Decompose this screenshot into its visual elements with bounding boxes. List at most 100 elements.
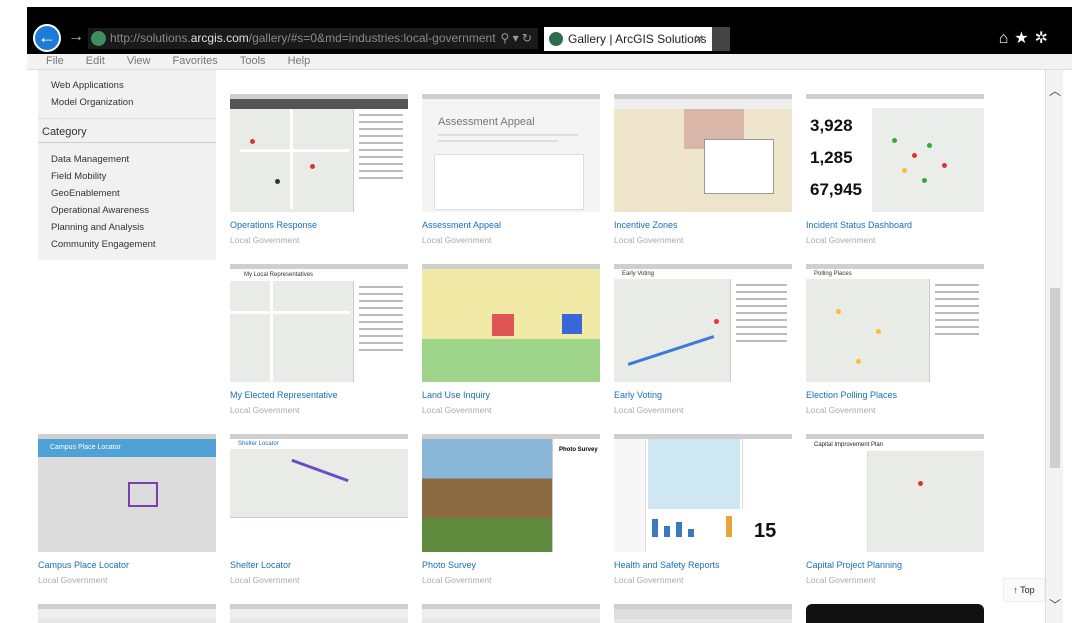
card-thumbnail[interactable]: My Local Representatives xyxy=(230,264,408,382)
stat-value: 3,928 xyxy=(810,116,853,135)
arrow-up-icon: ↑ xyxy=(1013,585,1018,595)
card-incident-status-dashboard[interactable]: 3,928 1,285 67,945 Incident Status Dashb… xyxy=(806,94,984,245)
card-health-and-safety-reports[interactable]: 15 Health and Safety Reports Local Gover… xyxy=(614,434,792,585)
stat-value: 15 xyxy=(754,520,777,542)
card-title[interactable]: Capital Project Planning xyxy=(806,560,984,570)
card-thumbnail[interactable] xyxy=(230,94,408,212)
card-partial-2[interactable] xyxy=(230,604,408,623)
vertical-scrollbar[interactable]: ︿ ﹀ xyxy=(1045,70,1063,623)
card-title[interactable]: Health and Safety Reports xyxy=(614,560,792,570)
thumb-app-title: Photo Survey xyxy=(552,439,600,552)
card-industry: Local Government xyxy=(806,575,876,585)
card-thumbnail[interactable] xyxy=(230,604,408,623)
category-planning-and-analysis[interactable]: Planning and Analysis xyxy=(51,222,144,233)
menu-file[interactable]: File xyxy=(46,55,64,67)
card-industry: Local Government xyxy=(806,235,876,245)
card-title[interactable]: Election Polling Places xyxy=(806,390,984,400)
card-thumbnail[interactable] xyxy=(614,94,792,212)
category-geoenablement[interactable]: GeoEnablement xyxy=(51,188,120,199)
card-incentive-zones[interactable]: Incentive Zones Local Government xyxy=(614,94,792,245)
card-thumbnail[interactable]: Shelter Locator xyxy=(230,434,408,552)
card-land-use-inquiry[interactable]: Land Use Inquiry Local Government xyxy=(422,264,600,415)
sidebar-link-web-applications[interactable]: Web Applications xyxy=(51,80,124,91)
thumb-app-title: Early Voting xyxy=(614,269,792,279)
close-tab-icon[interactable]: ✕ xyxy=(694,27,704,51)
card-partial-5[interactable] xyxy=(806,604,984,623)
new-tab-button[interactable] xyxy=(712,27,730,51)
scrollbar-thumb[interactable] xyxy=(1050,288,1060,468)
card-partial-4[interactable] xyxy=(614,604,792,623)
tab-title: Gallery | ArcGIS Solutions xyxy=(568,32,707,46)
scroll-up-icon[interactable]: ︿ xyxy=(1049,82,1061,99)
thumb-app-title: Shelter Locator xyxy=(230,439,408,449)
top-label: Top xyxy=(1020,585,1035,595)
forward-button[interactable]: → xyxy=(68,28,84,46)
card-title[interactable]: Land Use Inquiry xyxy=(422,390,600,400)
card-industry: Local Government xyxy=(614,235,684,245)
menu-bar: File Edit View Favorites Tools Help xyxy=(27,54,1072,70)
scroll-down-icon[interactable]: ﹀ xyxy=(1049,596,1061,613)
card-operations-response[interactable]: Operations Response Local Government xyxy=(230,94,408,245)
card-thumbnail[interactable] xyxy=(38,604,216,623)
sidebar-link-model-organization[interactable]: Model Organization xyxy=(51,97,133,108)
back-button[interactable]: ← xyxy=(33,24,61,52)
card-thumbnail[interactable] xyxy=(614,604,792,623)
back-to-top-button[interactable]: ↑ Top xyxy=(1003,578,1045,602)
card-my-elected-representative[interactable]: My Local Representatives My Elected Repr… xyxy=(230,264,408,415)
card-thumbnail[interactable]: Photo Survey xyxy=(422,434,600,552)
card-photo-survey[interactable]: Photo Survey Photo Survey Local Governme… xyxy=(422,434,600,585)
card-thumbnail[interactable]: Early Voting xyxy=(614,264,792,382)
card-thumbnail[interactable] xyxy=(806,604,984,623)
category-data-management[interactable]: Data Management xyxy=(51,154,129,165)
tab-gallery[interactable]: Gallery | ArcGIS Solutions ✕ xyxy=(544,27,712,51)
card-early-voting[interactable]: Early Voting Early Voting Local Governme… xyxy=(614,264,792,415)
card-title[interactable]: Photo Survey xyxy=(422,560,600,570)
menu-favorites[interactable]: Favorites xyxy=(173,55,218,67)
card-thumbnail[interactable]: Capital Improvement Plan xyxy=(806,434,984,552)
card-partial-1[interactable] xyxy=(38,604,216,623)
card-capital-project-planning[interactable]: Capital Improvement Plan Capital Project… xyxy=(806,434,984,585)
card-shelter-locator[interactable]: Shelter Locator Shelter Locator Local Go… xyxy=(230,434,408,585)
card-title[interactable]: Early Voting xyxy=(614,390,792,400)
card-thumbnail[interactable]: 3,928 1,285 67,945 xyxy=(806,94,984,212)
address-bar[interactable]: http://solutions.arcgis.com/gallery/#s=0… xyxy=(88,28,538,49)
card-assessment-appeal[interactable]: Assessment Appeal Assessment Appeal Loca… xyxy=(422,94,600,245)
menu-help[interactable]: Help xyxy=(288,55,311,67)
card-thumbnail[interactable]: Polling Places xyxy=(806,264,984,382)
search-refresh-icons[interactable]: ⚲ ▾ ↻ xyxy=(500,28,532,49)
card-title[interactable]: My Elected Representative xyxy=(230,390,408,400)
card-partial-3[interactable] xyxy=(422,604,600,623)
stat-value: 1,285 xyxy=(810,148,853,167)
tab-site-icon xyxy=(549,32,563,46)
stat-value: 67,945 xyxy=(810,180,862,199)
card-title[interactable]: Shelter Locator xyxy=(230,560,408,570)
card-title[interactable]: Assessment Appeal xyxy=(422,220,600,230)
card-title[interactable]: Incident Status Dashboard xyxy=(806,220,984,230)
menu-tools[interactable]: Tools xyxy=(240,55,266,67)
card-industry: Local Government xyxy=(614,575,684,585)
home-favorites-settings-icons[interactable]: ⌂★✲ xyxy=(999,28,1054,48)
card-industry: Local Government xyxy=(230,235,300,245)
thumb-app-title: Assessment Appeal xyxy=(438,116,535,128)
filter-sidebar: Web Applications Model Organization Cate… xyxy=(38,70,216,260)
category-community-engagement[interactable]: Community Engagement xyxy=(51,239,156,250)
category-operational-awareness[interactable]: Operational Awareness xyxy=(51,205,149,216)
url-path: /gallery/#s=0&md=industries:local-govern… xyxy=(248,31,496,45)
card-industry: Local Government xyxy=(38,575,108,585)
card-title[interactable]: Campus Place Locator xyxy=(38,560,216,570)
card-industry: Local Government xyxy=(422,575,492,585)
site-globe-icon xyxy=(91,31,106,46)
card-thumbnail[interactable] xyxy=(422,604,600,623)
card-election-polling-places[interactable]: Polling Places Election Polling Places L… xyxy=(806,264,984,415)
category-field-mobility[interactable]: Field Mobility xyxy=(51,171,106,182)
card-title[interactable]: Incentive Zones xyxy=(614,220,792,230)
card-title[interactable]: Operations Response xyxy=(230,220,408,230)
card-thumbnail[interactable]: Campus Place Locator xyxy=(38,434,216,552)
card-thumbnail[interactable]: Assessment Appeal xyxy=(422,94,600,212)
card-thumbnail[interactable]: 15 xyxy=(614,434,792,552)
menu-view[interactable]: View xyxy=(127,55,151,67)
menu-edit[interactable]: Edit xyxy=(86,55,105,67)
url-host: arcgis.com xyxy=(190,31,249,45)
card-thumbnail[interactable] xyxy=(422,264,600,382)
card-campus-place-locator[interactable]: Campus Place Locator Campus Place Locato… xyxy=(38,434,216,585)
